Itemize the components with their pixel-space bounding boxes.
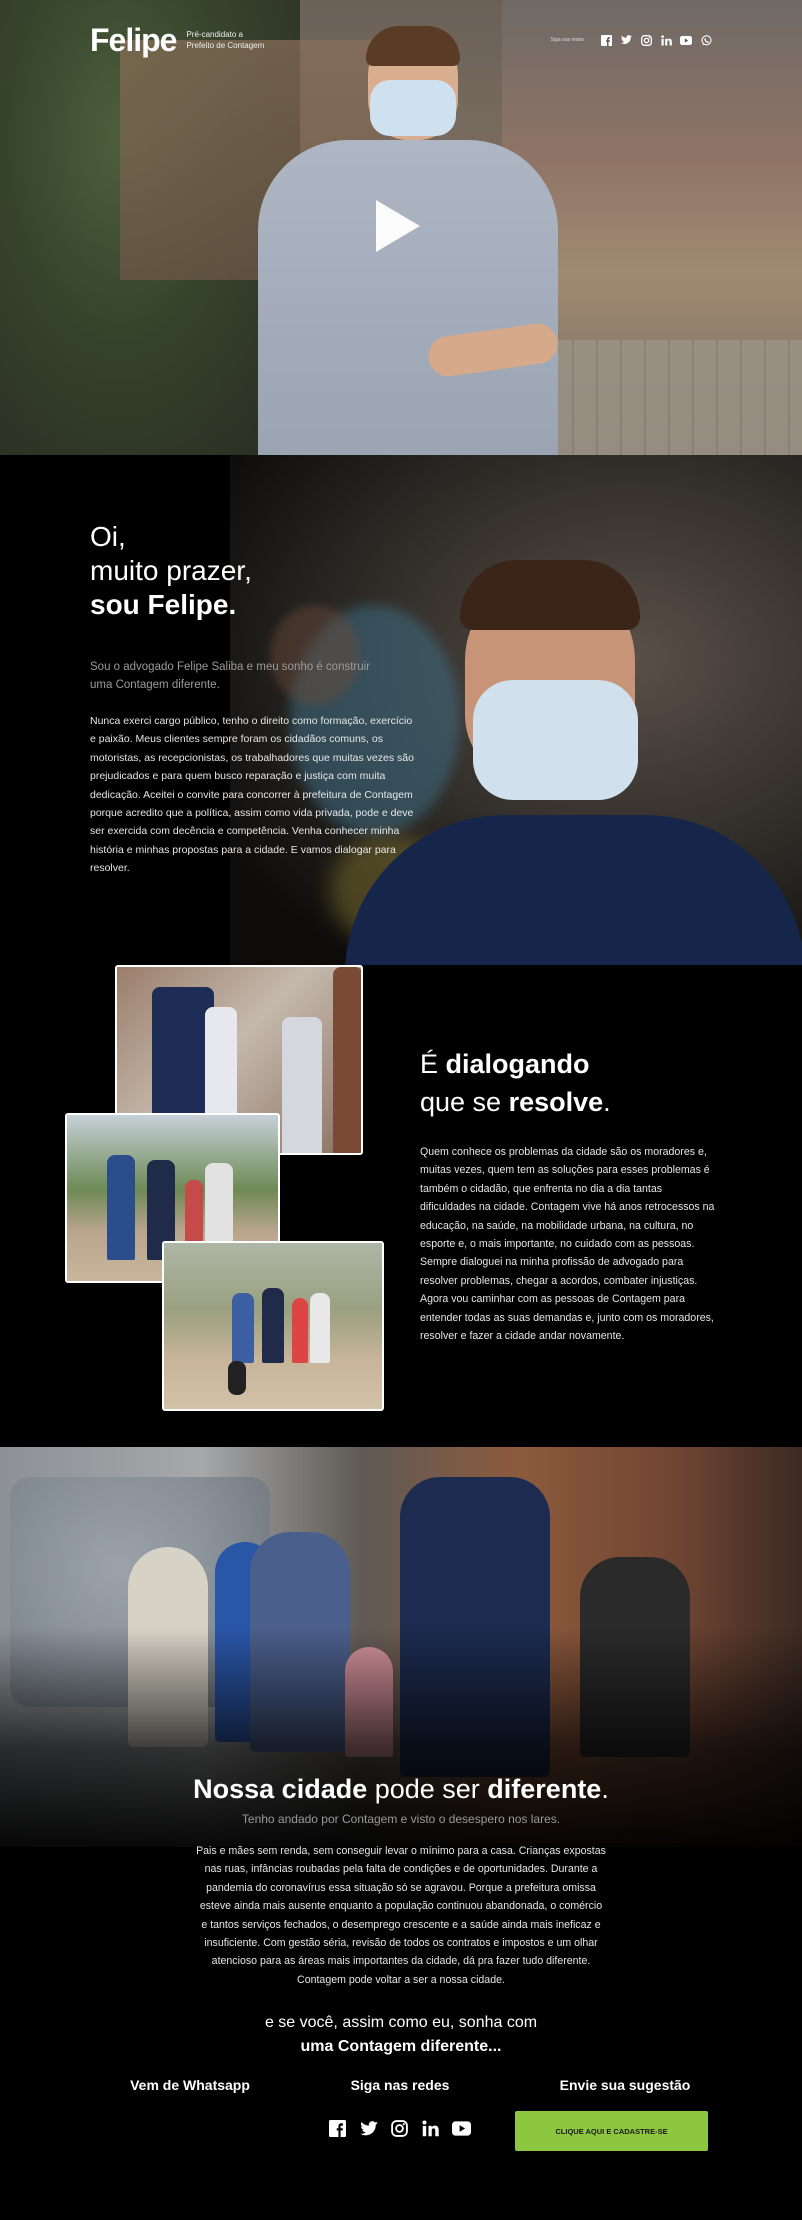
dialog-heading: É dialogando que se resolve. <box>420 1045 720 1121</box>
site-logo[interactable]: Felipe <box>90 22 177 59</box>
logo-subtitle-line2: Prefeito de Contagem <box>186 41 265 50</box>
city-closing-line2: uma Contagem diferente... <box>300 2038 502 2056</box>
twitter-icon[interactable] <box>620 34 632 46</box>
dialog-section: É dialogando que se resolve. Quem conhec… <box>0 965 802 1447</box>
logo-subtitle: Pré-candidato a Prefeito de Contagem <box>186 29 264 51</box>
intro-heading-line3: sou Felipe. <box>90 589 237 620</box>
footer-whatsapp-link[interactable]: Vem de Whatsapp <box>130 2077 250 2093</box>
dialog-body: Quem conhece os problemas da cidade são … <box>420 1146 715 1343</box>
twitter-icon[interactable] <box>359 2119 378 2138</box>
footer-social-icons <box>328 2119 471 2138</box>
instagram-icon[interactable] <box>640 34 652 46</box>
youtube-icon[interactable] <box>452 2119 471 2138</box>
dialog-heading-part2: que se <box>420 1087 509 1117</box>
city-lead: Tenho andado por Contagem e visto o dese… <box>241 1812 561 1826</box>
intro-heading-line1: Oi, <box>90 521 126 552</box>
intro-body: Nunca exerci cargo público, tenho o dire… <box>90 715 414 875</box>
header-follow-label: Siga nas redes <box>550 37 584 43</box>
facebook-icon[interactable] <box>600 34 612 46</box>
site-header: Felipe Pré-candidato a Prefeito de Conta… <box>0 0 802 80</box>
footer-suggestion-column: Envie sua sugestão <box>530 2077 720 2095</box>
instagram-icon[interactable] <box>390 2119 409 2138</box>
city-closing-line1: e se você, assim como eu, sonha com <box>264 2014 538 2032</box>
city-heading-bold2: diferente <box>487 1774 602 1804</box>
facebook-icon[interactable] <box>328 2119 347 2138</box>
city-heading-end: . <box>601 1774 609 1804</box>
intro-heading: Oi, muito prazer, sou Felipe. <box>90 520 420 622</box>
footer-social-column: Siga nas redes <box>335 2077 465 2095</box>
intro-lead: Sou o advogado Felipe Saliba e meu sonho… <box>90 661 371 691</box>
city-body: Pais e mães sem renda, sem conseguir lev… <box>196 1845 606 1986</box>
footer-whatsapp-column: Vem de Whatsapp <box>120 2077 260 2095</box>
register-cta-button[interactable]: CLIQUE AQUI E CADASTRE-SE <box>515 2111 708 2151</box>
dialog-heading-part3: . <box>603 1087 611 1117</box>
footer-suggestion-title: Envie sua sugestão <box>559 2077 691 2093</box>
city-heading: Nossa cidade pode ser diferente. <box>0 1772 802 1806</box>
logo-subtitle-line1: Pré-candidato a <box>186 30 243 39</box>
city-heading-bold1: Nossa cidade <box>193 1774 368 1804</box>
intro-section: Oi, muito prazer, sou Felipe. Sou o advo… <box>0 455 802 965</box>
header-social-bar: Siga nas redes <box>551 34 712 46</box>
footer-social-title: Siga nas redes <box>350 2077 450 2093</box>
city-heading-part: pode ser <box>367 1774 488 1804</box>
dialog-heading-bold1: dialogando <box>445 1049 590 1079</box>
linkedin-icon[interactable] <box>421 2119 440 2138</box>
dialog-photo-3 <box>162 1241 384 1411</box>
intro-heading-line2: muito prazer, <box>90 555 252 586</box>
city-text-block: Nossa cidade pode ser diferente. Tenho a… <box>0 1772 802 2059</box>
city-closing: e se você, assim como eu, sonha com uma … <box>0 2011 802 2059</box>
whatsapp-icon[interactable] <box>700 34 712 46</box>
dialog-heading-bold2: resolve <box>508 1087 604 1117</box>
intro-text-block: Oi, muito prazer, sou Felipe. Sou o advo… <box>90 520 420 878</box>
site-footer: Vem de Whatsapp Siga nas redes Envie sua… <box>0 2077 802 2200</box>
dialog-heading-part1: É <box>420 1049 446 1079</box>
linkedin-icon[interactable] <box>660 34 672 46</box>
dialog-text-block: É dialogando que se resolve. Quem conhec… <box>420 1045 720 1345</box>
video-play-icon[interactable] <box>376 200 420 252</box>
city-section: Nossa cidade pode ser diferente. Tenho a… <box>0 1447 802 2077</box>
hero-section: Felipe Pré-candidato a Prefeito de Conta… <box>0 0 802 455</box>
youtube-icon[interactable] <box>680 34 692 46</box>
